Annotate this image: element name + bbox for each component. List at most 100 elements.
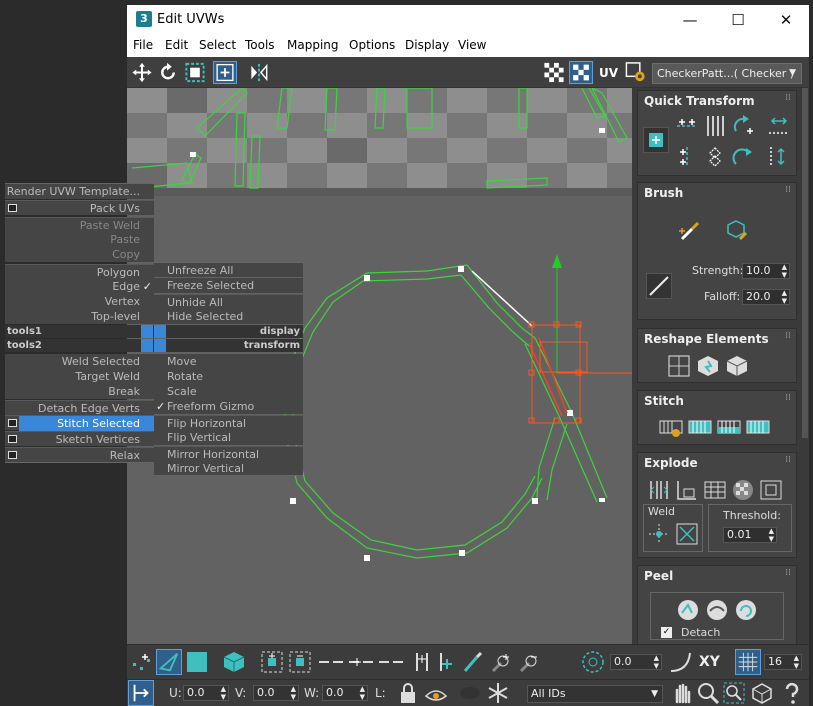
falloff-curve-icon[interactable] <box>668 649 694 675</box>
quad-item-detach-edge-verts[interactable]: Detach Edge Verts <box>5 400 154 415</box>
paint-select-icon[interactable] <box>459 649 485 675</box>
absolute-offset-icon[interactable] <box>128 680 154 706</box>
maximize-button[interactable]: ☐ <box>715 5 761 35</box>
quad-item-unhide-all[interactable]: Unhide All <box>154 294 303 309</box>
w-spinner[interactable]: 0.0 ▲ ▼ <box>322 685 368 701</box>
straighten-selection-icon[interactable] <box>666 353 692 379</box>
settings-icon[interactable] <box>624 61 648 84</box>
options-box-icon[interactable] <box>8 204 17 212</box>
zoom-region-icon[interactable] <box>721 680 747 706</box>
quick-peel-icon[interactable] <box>675 597 701 623</box>
lock-icon[interactable] <box>395 680 421 706</box>
stitch-custom-icon[interactable] <box>658 415 684 441</box>
checker-dropdown[interactable]: CheckerPatt...( Checker ) ▼ <box>652 63 802 84</box>
mirror-icon[interactable] <box>247 61 271 84</box>
quad-item-sketch-vertices[interactable]: Sketch Vertices <box>5 431 154 446</box>
flatten-by-material-icon[interactable] <box>758 477 784 503</box>
scale-icon[interactable] <box>183 61 207 84</box>
quad-item-copy[interactable]: Copy <box>5 247 154 262</box>
rotate-cw-icon[interactable] <box>730 113 756 139</box>
quad-item-break[interactable]: Break <box>5 384 154 399</box>
help-icon[interactable] <box>779 680 805 706</box>
quad-item-weld-selected[interactable]: Weld Selected <box>5 354 154 369</box>
polygon-mode-icon[interactable] <box>184 649 210 675</box>
paint-brush-icon[interactable] <box>676 217 704 245</box>
snowflake-icon[interactable] <box>485 680 511 706</box>
options-box-icon[interactable] <box>8 419 17 427</box>
quad-item-vertex[interactable]: Vertex <box>5 294 154 309</box>
peel-reset-icon[interactable] <box>733 597 759 623</box>
grow-selection-icon[interactable] <box>259 649 285 675</box>
quad-item-rotate[interactable]: Rotate <box>154 369 303 384</box>
options-box-icon[interactable] <box>8 451 17 459</box>
quad-item-stitch-selected[interactable]: Stitch Selected <box>5 415 154 431</box>
quad-item-pack-uvs[interactable]: Pack UVs <box>5 200 154 215</box>
falloff-spinner[interactable]: 20.0 ▲ ▼ <box>742 289 790 305</box>
quad-item-flip-vertical[interactable]: Flip Vertical <box>154 430 303 445</box>
brush-falloff-curve-icon[interactable] <box>646 273 672 299</box>
menu-file[interactable]: File <box>133 38 153 52</box>
flatten-by-polygon-icon[interactable] <box>702 477 728 503</box>
xy-label[interactable]: XY <box>699 654 720 670</box>
quad-item-flip-horizontal[interactable]: Flip Horizontal <box>154 415 303 430</box>
quad-item-hide-selected[interactable]: Hide Selected <box>154 309 303 324</box>
move-icon[interactable] <box>130 61 154 84</box>
space-vertical-icon[interactable] <box>702 144 728 170</box>
soft-selection-icon[interactable] <box>580 649 606 675</box>
panel-scrollbar[interactable] <box>802 88 808 438</box>
menu-mapping[interactable]: Mapping <box>287 38 339 52</box>
options-box-icon[interactable] <box>8 435 17 443</box>
checker-pattern-icon[interactable] <box>542 61 566 84</box>
quad-item-render-uvw-template[interactable]: Render UVW Template... <box>5 183 154 199</box>
u-spinner[interactable]: 0.0 ▲ ▼ <box>183 685 229 701</box>
vertex-mode-icon[interactable] <box>129 649 155 675</box>
quad-item-paste-weld[interactable]: Paste Weld <box>5 217 154 232</box>
freeform-icon[interactable] <box>213 61 237 84</box>
quad-item-unfreeze-all[interactable]: Unfreeze All <box>154 262 303 277</box>
threshold-spinner[interactable]: 0.01 ▲ ▼ <box>723 527 777 543</box>
quad-item-move[interactable]: Move <box>154 354 303 369</box>
menu-view[interactable]: View <box>458 38 486 52</box>
minimize-button[interactable]: — <box>667 5 713 35</box>
rotate-icon[interactable] <box>156 61 180 84</box>
peel-mode-icon[interactable] <box>704 597 730 623</box>
quad-item-polygon[interactable]: Polygon <box>5 264 154 279</box>
menu-select[interactable]: Select <box>199 38 236 52</box>
material-ids-dropdown[interactable]: All IDs ▼ <box>527 685 663 703</box>
detach-edge-icon[interactable] <box>674 477 700 503</box>
quad-item-freeze-selected[interactable]: Freeze Selected <box>154 278 303 293</box>
quad-item-mirror-vertical[interactable]: Mirror Vertical <box>154 461 303 476</box>
grid-size-spinner[interactable]: 16 ▲ ▼ <box>764 654 802 670</box>
close-button[interactable]: ✕ <box>763 5 809 35</box>
zoom-icon[interactable] <box>695 680 721 706</box>
flip-horizontal-icon[interactable] <box>766 113 792 139</box>
rollout-title-reshape[interactable]: Reshape Elements <box>644 332 769 346</box>
v-spinner[interactable]: 0.0 ▲ ▼ <box>253 685 299 701</box>
loop-add-icon[interactable] <box>433 649 459 675</box>
uv-label[interactable]: UV <box>599 66 618 80</box>
align-horizontal-icon[interactable] <box>674 113 700 139</box>
relax-cube-icon[interactable] <box>724 353 750 379</box>
paint-select-shrink-icon[interactable] <box>515 649 541 675</box>
quad-item-relax[interactable]: Relax <box>5 447 154 463</box>
relax-until-flat-icon[interactable] <box>695 353 721 379</box>
quad-item-edge[interactable]: Edge ✓ <box>5 279 154 294</box>
align-vertical-icon[interactable] <box>674 144 700 170</box>
zoom-extents-icon[interactable] <box>749 680 775 706</box>
menu-tools[interactable]: Tools <box>245 38 275 52</box>
quad-item-target-weld[interactable]: Target Weld <box>5 369 154 384</box>
pan-hand-icon[interactable] <box>669 680 695 706</box>
stitch-to-source-icon[interactable] <box>745 415 771 441</box>
space-horizontal-icon[interactable] <box>702 113 728 139</box>
edge-mode-icon[interactable] <box>156 649 182 675</box>
detach-checkbox[interactable]: ✓ <box>661 627 672 638</box>
weld-selected-icon[interactable] <box>674 521 700 547</box>
flip-vertical-icon[interactable] <box>766 144 792 170</box>
menu-display[interactable]: Display <box>405 38 449 52</box>
rollout-title-brush[interactable]: Brush <box>644 186 683 200</box>
flatten-by-smoothing-icon[interactable] <box>730 477 756 503</box>
align-to-center-icon[interactable] <box>643 127 669 153</box>
weld-target-icon[interactable] <box>646 521 672 547</box>
rollout-title-explode[interactable]: Explode <box>644 456 698 470</box>
rotate-ccw-icon[interactable] <box>730 144 756 170</box>
